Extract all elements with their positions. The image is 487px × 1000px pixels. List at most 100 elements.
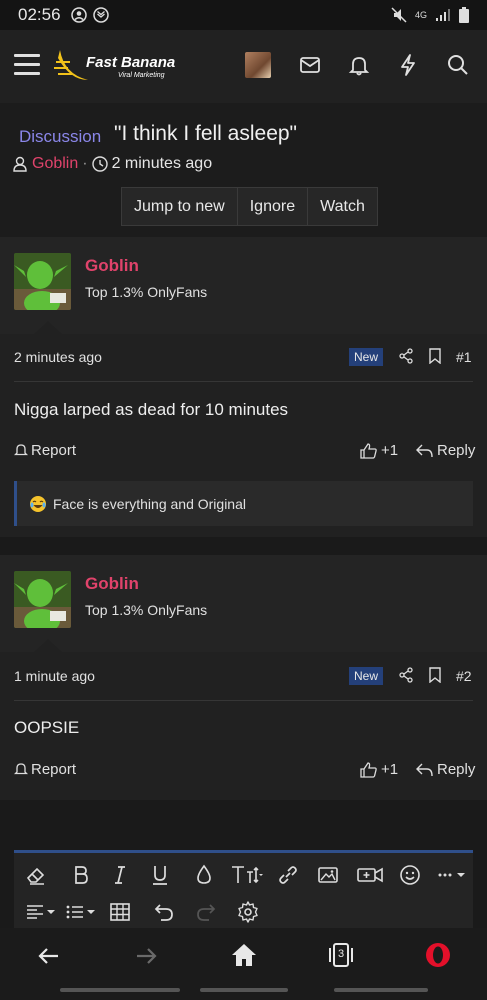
- goblin-avatar-image: [14, 253, 71, 310]
- thumbs-up-icon: [360, 442, 377, 459]
- meta-separator: ·: [82, 155, 88, 172]
- menu-icon[interactable]: [14, 54, 40, 76]
- undo-icon[interactable]: [152, 900, 176, 924]
- post-2: Goblin Top 1.3% OnlyFans 1 minute ago Ne…: [0, 555, 487, 800]
- reaction-text: Face is everything and Original: [53, 495, 246, 512]
- link-icon[interactable]: [276, 863, 300, 887]
- network-type: 4G: [414, 10, 427, 20]
- jump-to-new-button[interactable]: Jump to new: [122, 188, 238, 225]
- thread-author[interactable]: Goblin: [32, 155, 78, 173]
- post-username[interactable]: Goblin: [85, 574, 139, 594]
- avatar[interactable]: [14, 253, 71, 310]
- report-link[interactable]: Report: [14, 761, 76, 778]
- thread-actions: Jump to new Ignore Watch: [121, 187, 378, 226]
- font-size-icon[interactable]: [230, 863, 264, 887]
- goblin-avatar-image: [14, 571, 71, 628]
- tab-count: 3: [337, 948, 345, 960]
- opera-menu-icon[interactable]: [424, 941, 452, 969]
- mute-icon: [391, 7, 407, 23]
- user-title: Top 1.3% OnlyFans: [85, 284, 208, 300]
- home-icon[interactable]: [230, 941, 258, 969]
- signal-icon: [436, 9, 450, 21]
- gear-icon[interactable]: [236, 900, 260, 924]
- report-label: Report: [31, 442, 77, 459]
- user-icon: [13, 156, 27, 172]
- new-badge: New: [349, 348, 384, 366]
- bookmark-icon[interactable]: [428, 348, 442, 364]
- thread-meta: Goblin · 2 minutes ago: [12, 155, 212, 173]
- reply-button[interactable]: Reply: [416, 442, 475, 459]
- bell-icon: [14, 444, 28, 456]
- thread-title: "I think I fell asleep": [114, 122, 298, 145]
- account-icon: [70, 7, 87, 23]
- reaction-bar[interactable]: Face is everything and Original: [14, 481, 473, 526]
- post-date[interactable]: 1 minute ago: [14, 668, 95, 684]
- reply-label: Reply: [437, 442, 476, 459]
- forward-arrow-icon[interactable]: [133, 943, 159, 969]
- post-date[interactable]: 2 minutes ago: [14, 349, 102, 365]
- bookmark-icon[interactable]: [428, 667, 442, 683]
- reply-button[interactable]: Reply: [416, 761, 475, 778]
- smiley-icon[interactable]: [398, 863, 422, 887]
- status-bar: 02:56 4G: [0, 0, 487, 30]
- align-icon[interactable]: [24, 900, 58, 924]
- post-number[interactable]: #2: [456, 668, 472, 684]
- back-arrow-icon[interactable]: [36, 943, 62, 969]
- post-user-header: Goblin Top 1.3% OnlyFans: [0, 555, 487, 652]
- browser-nav-bar: 3: [0, 928, 487, 1000]
- thumbs-up-icon: [360, 761, 377, 778]
- eraser-icon[interactable]: [24, 863, 48, 887]
- crying-laugh-emoji-icon: [30, 495, 46, 512]
- avatar[interactable]: [14, 571, 71, 628]
- italic-icon[interactable]: [108, 863, 132, 887]
- brand-tagline: Viral Marketing: [118, 72, 165, 79]
- new-badge: New: [349, 667, 384, 685]
- vpn-icon: [92, 7, 109, 23]
- media-icon[interactable]: [356, 863, 384, 887]
- inbox-icon[interactable]: [297, 52, 323, 78]
- post-username[interactable]: Goblin: [85, 256, 139, 276]
- bolt-icon[interactable]: [395, 52, 421, 78]
- search-icon[interactable]: [445, 52, 471, 78]
- reply-icon: [416, 763, 433, 776]
- table-icon[interactable]: [108, 900, 132, 924]
- underline-icon[interactable]: [148, 863, 172, 887]
- bell-icon: [14, 763, 28, 775]
- post-message: Nigga larped as dead for 10 minutes: [14, 400, 289, 419]
- watch-button[interactable]: Watch: [308, 188, 377, 225]
- reply-editor-toolbar: [14, 850, 473, 928]
- more-options-icon[interactable]: [436, 863, 468, 887]
- text-color-icon[interactable]: [192, 863, 216, 887]
- tabs-button[interactable]: 3: [327, 941, 355, 969]
- user-avatar[interactable]: [245, 52, 271, 78]
- post-number[interactable]: #1: [456, 349, 472, 365]
- report-link[interactable]: Report: [14, 442, 76, 459]
- redo-icon[interactable]: [194, 900, 218, 924]
- user-title: Top 1.3% OnlyFans: [85, 602, 208, 618]
- thread-prefix[interactable]: Discussion: [19, 127, 101, 147]
- status-time: 02:56: [18, 5, 61, 24]
- report-label: Report: [31, 761, 77, 778]
- like-button[interactable]: +1: [360, 761, 398, 778]
- like-count: +1: [381, 761, 399, 778]
- reply-icon: [416, 444, 433, 457]
- image-icon[interactable]: [316, 863, 340, 887]
- list-icon[interactable]: [64, 900, 98, 924]
- bell-icon[interactable]: [346, 52, 372, 78]
- share-icon[interactable]: [398, 348, 414, 364]
- battery-icon: [459, 7, 469, 23]
- clock-icon: [91, 156, 108, 172]
- post-user-header: Goblin Top 1.3% OnlyFans: [0, 237, 487, 334]
- like-count: +1: [381, 442, 399, 459]
- brand-name: Fast Banana: [86, 54, 176, 71]
- thread-age[interactable]: 2 minutes ago: [112, 155, 213, 173]
- thread-header: Discussion "I think I fell asleep" Gobli…: [0, 103, 487, 237]
- ignore-button[interactable]: Ignore: [237, 188, 309, 225]
- post-1: Goblin Top 1.3% OnlyFans 2 minutes ago N…: [0, 237, 487, 537]
- share-icon[interactable]: [398, 667, 414, 683]
- post-message: OOPSIE: [14, 718, 80, 737]
- like-button[interactable]: +1: [360, 442, 398, 459]
- site-logo[interactable]: Fast Banana Viral Marketing: [54, 44, 184, 88]
- bold-icon[interactable]: [69, 863, 93, 887]
- site-header: Fast Banana Viral Marketing: [0, 30, 487, 103]
